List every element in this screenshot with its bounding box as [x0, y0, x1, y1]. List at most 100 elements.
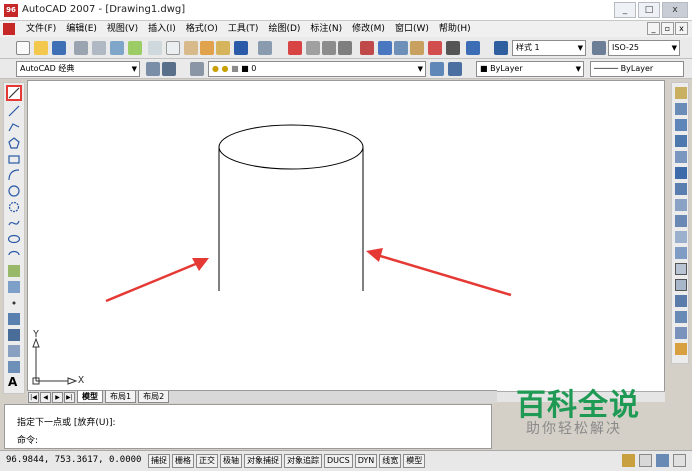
lock-icon[interactable] — [622, 454, 635, 467]
spline-icon[interactable] — [8, 217, 20, 229]
save-workspace-icon[interactable] — [162, 62, 176, 76]
tab-layout2[interactable]: 布局2 — [138, 391, 170, 403]
multiline-text-icon[interactable]: A — [8, 376, 20, 388]
arc-icon[interactable] — [8, 169, 20, 181]
publish-icon[interactable] — [110, 41, 124, 55]
design-center-icon[interactable] — [378, 41, 392, 55]
model-toggle[interactable]: 模型 — [403, 454, 426, 468]
layer-select[interactable]: ● ● ■ ■ 0 ▼ — [208, 61, 426, 77]
construction-line-icon[interactable] — [8, 105, 20, 117]
open-folder-icon[interactable] — [34, 41, 48, 55]
erase-icon[interactable] — [675, 87, 687, 99]
help-icon[interactable] — [466, 41, 480, 55]
circle-icon[interactable] — [8, 185, 20, 197]
menu-format[interactable]: 格式(O) — [181, 21, 223, 37]
tab-model[interactable]: 模型 — [77, 391, 103, 403]
close-button[interactable]: x — [662, 2, 688, 18]
drawing-canvas[interactable]: Y X — [27, 80, 665, 394]
save-icon[interactable] — [52, 41, 66, 55]
undo-icon[interactable] — [234, 41, 248, 55]
polyline-icon[interactable] — [8, 121, 20, 133]
document-icon[interactable] — [3, 23, 15, 35]
menu-edit[interactable]: 编辑(E) — [61, 21, 102, 37]
cut-icon[interactable] — [148, 41, 162, 55]
point-icon[interactable] — [8, 297, 20, 309]
menu-modify[interactable]: 修改(M) — [347, 21, 390, 37]
make-block-icon[interactable] — [8, 281, 20, 293]
menu-dimension[interactable]: 标注(N) — [305, 21, 347, 37]
text-style-icon[interactable] — [494, 41, 508, 55]
last-tab-icon[interactable]: ▶| — [64, 391, 75, 403]
ducs-toggle[interactable]: DUCS — [324, 454, 353, 468]
doc-close-button[interactable]: x — [675, 22, 688, 35]
line-tool-icon[interactable] — [6, 85, 22, 101]
rotate-icon[interactable] — [675, 183, 687, 195]
block-editor-icon[interactable] — [216, 41, 230, 55]
tool-palettes-icon[interactable] — [394, 41, 408, 55]
command-prompt[interactable]: 命令: — [17, 433, 38, 446]
gradient-icon[interactable] — [8, 329, 20, 341]
region-icon[interactable] — [8, 345, 20, 357]
menu-insert[interactable]: 插入(I) — [143, 21, 181, 37]
move-icon[interactable] — [675, 167, 687, 179]
calculator-icon[interactable] — [446, 41, 460, 55]
osnap-toggle[interactable]: 对象捕捉 — [244, 454, 282, 468]
dim-style-select[interactable]: ISO-25 ▼ — [608, 40, 680, 56]
copy-object-icon[interactable] — [675, 103, 687, 115]
next-tab-icon[interactable]: ▶ — [52, 391, 63, 403]
maximize-button[interactable]: □ — [638, 2, 660, 18]
doc-restore-button[interactable]: ▫ — [661, 22, 674, 35]
menu-file[interactable]: 文件(F) — [21, 21, 61, 37]
layer-previous-icon[interactable] — [448, 62, 462, 76]
menu-view[interactable]: 视图(V) — [102, 21, 143, 37]
dyn-toggle[interactable]: DYN — [354, 454, 378, 468]
insert-block-icon[interactable] — [8, 265, 20, 277]
menu-draw[interactable]: 绘图(D) — [263, 21, 305, 37]
status-bar-menu-icon[interactable] — [656, 454, 669, 467]
zoom-window-icon[interactable] — [322, 41, 336, 55]
mirror-icon[interactable] — [675, 119, 687, 131]
markup-icon[interactable] — [428, 41, 442, 55]
join-icon[interactable] — [675, 295, 687, 307]
otrack-toggle[interactable]: 对象追踪 — [284, 454, 322, 468]
sheet-set-icon[interactable] — [410, 41, 424, 55]
scale-icon[interactable] — [675, 199, 687, 211]
fillet-icon[interactable] — [675, 327, 687, 339]
doc-minimize-button[interactable]: _ — [647, 22, 660, 35]
offset-icon[interactable] — [675, 135, 687, 147]
zoom-previous-icon[interactable] — [338, 41, 352, 55]
zoom-realtime-icon[interactable] — [306, 41, 320, 55]
rectangle-icon[interactable] — [8, 153, 20, 165]
ellipse-icon[interactable] — [7, 233, 21, 245]
command-window[interactable]: 指定下一点或 [放弃(U)]: 命令: — [4, 404, 492, 449]
hatch-icon[interactable] — [8, 313, 20, 325]
prev-tab-icon[interactable]: ◀ — [40, 391, 51, 403]
paste-icon[interactable] — [184, 41, 198, 55]
break-at-point-icon[interactable] — [675, 263, 687, 275]
extend-icon[interactable] — [675, 247, 687, 259]
ortho-toggle[interactable]: 正交 — [196, 454, 218, 468]
match-properties-icon[interactable] — [200, 41, 214, 55]
ellipse-arc-icon[interactable] — [8, 249, 20, 261]
copy-icon[interactable] — [166, 41, 180, 55]
array-icon[interactable] — [675, 151, 687, 163]
explode-icon[interactable] — [675, 343, 687, 355]
minimize-button[interactable]: _ — [614, 2, 636, 18]
autocad-app-icon[interactable]: 96 — [4, 4, 18, 17]
properties-icon[interactable] — [360, 41, 374, 55]
workspace-settings-icon[interactable] — [146, 62, 160, 76]
chamfer-icon[interactable] — [675, 311, 687, 323]
pan-icon[interactable] — [288, 41, 302, 55]
make-current-layer-icon[interactable] — [430, 62, 444, 76]
text-style-select[interactable]: 样式 1 ▼ — [512, 40, 586, 56]
menu-window[interactable]: 窗口(W) — [390, 21, 434, 37]
tab-layout1[interactable]: 布局1 — [105, 391, 137, 403]
menu-help[interactable]: 帮助(H) — [434, 21, 476, 37]
new-file-icon[interactable] — [16, 41, 30, 55]
layer-manager-icon[interactable] — [190, 62, 204, 76]
first-tab-icon[interactable]: |◀ — [28, 391, 39, 403]
linetype-select[interactable]: ───── ByLayer — [590, 61, 684, 77]
print-icon[interactable] — [74, 41, 88, 55]
clean-screen-icon[interactable] — [673, 454, 686, 467]
grid-toggle[interactable]: 栅格 — [172, 454, 194, 468]
